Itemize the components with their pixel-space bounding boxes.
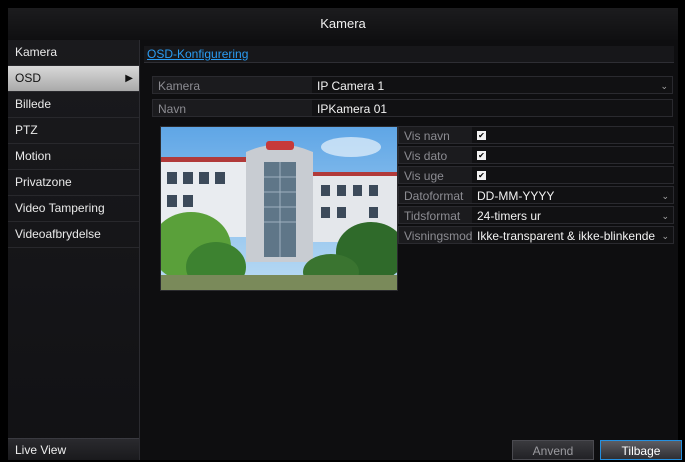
- name-input[interactable]: IPKamera 01: [312, 100, 672, 116]
- display-mode-select[interactable]: Ikke-transparent & ikke-blinkende: [472, 227, 673, 243]
- sidebar-item-label: Kamera: [15, 45, 58, 59]
- sidebar-item-privatzone[interactable]: Privatzone: [8, 170, 139, 196]
- sidebar-item-osd[interactable]: OSD ▶: [8, 66, 139, 92]
- chevron-down-icon: ⌄: [660, 81, 668, 91]
- show-week-row: Vis uge ✔: [398, 166, 674, 184]
- section-header: OSD-Konfigurering: [144, 46, 674, 63]
- name-label: Navn: [158, 102, 187, 116]
- date-format-select[interactable]: DD-MM-YYYY: [472, 187, 673, 203]
- show-name-row: Vis navn ✔: [398, 126, 674, 144]
- section-title-link[interactable]: OSD-Konfigurering: [144, 47, 248, 61]
- sidebar-item-ptz[interactable]: PTZ: [8, 118, 139, 144]
- chevron-down-icon: ⌄: [661, 211, 669, 221]
- sidebar-item-label: PTZ: [15, 123, 38, 137]
- camera-select[interactable]: IP Camera 1: [312, 77, 672, 93]
- display-mode-row[interactable]: Visningsmodus Ikke-transparent & ikke-bl…: [398, 226, 674, 244]
- camera-select-row[interactable]: Kamera IP Camera 1 ⌄: [152, 76, 673, 94]
- show-name-field: ✔: [472, 127, 673, 143]
- chevron-right-icon: ▶: [125, 73, 133, 84]
- show-name-label: Vis navn: [404, 129, 450, 143]
- sidebar-item-label: Video Tampering: [15, 201, 105, 215]
- sidebar-item-label: Billede: [15, 97, 52, 111]
- sidebar-item-billede[interactable]: Billede: [8, 92, 139, 118]
- window-title: Kamera: [8, 8, 678, 41]
- chevron-down-icon: ⌄: [661, 231, 669, 241]
- show-week-label: Vis uge: [404, 169, 444, 183]
- show-date-row: Vis dato ✔: [398, 146, 674, 164]
- name-row: Navn IPKamera 01: [152, 99, 673, 117]
- date-format-row[interactable]: Datoformat DD-MM-YYYY ⌄: [398, 186, 674, 204]
- back-button[interactable]: Tilbage: [600, 440, 682, 460]
- show-date-label: Vis dato: [404, 149, 448, 163]
- camera-label: Kamera: [158, 79, 201, 93]
- live-view-button[interactable]: Live View: [8, 438, 139, 460]
- sidebar-item-videoafbrydelse[interactable]: Videoafbrydelse: [8, 222, 139, 248]
- main-panel: OSD-Konfigurering Kamera IP Camera 1 ⌄ N…: [140, 40, 682, 460]
- time-format-select[interactable]: 24-timers ur: [472, 207, 673, 223]
- checkbox-checked-icon[interactable]: ✔: [477, 151, 486, 160]
- app-window: Kamera Kamera OSD ▶ Billede PTZ Motion Pr…: [8, 8, 682, 460]
- chevron-down-icon: ⌄: [661, 191, 669, 201]
- sidebar-item-kamera[interactable]: Kamera: [8, 40, 139, 66]
- sidebar-item-label: Privatzone: [15, 175, 72, 189]
- sidebar-item-label: Motion: [15, 149, 52, 163]
- show-week-field: ✔: [472, 167, 673, 183]
- sidebar-item-video-tampering[interactable]: Video Tampering: [8, 196, 139, 222]
- apply-button[interactable]: Anvend: [512, 440, 594, 460]
- sidebar-item-motion[interactable]: Motion: [8, 144, 139, 170]
- time-format-label: Tidsformat: [404, 209, 461, 223]
- checkbox-checked-icon[interactable]: ✔: [477, 171, 486, 180]
- sidebar-item-label: Videoafbrydelse: [15, 227, 101, 241]
- show-date-field: ✔: [472, 147, 673, 163]
- checkbox-checked-icon[interactable]: ✔: [477, 131, 486, 140]
- date-format-label: Datoformat: [404, 189, 464, 203]
- camera-preview-image: [160, 126, 398, 291]
- time-format-row[interactable]: Tidsformat 24-timers ur ⌄: [398, 206, 674, 224]
- sidebar-item-label: OSD: [15, 71, 42, 85]
- sidebar: Kamera OSD ▶ Billede PTZ Motion Privatzon…: [8, 40, 140, 460]
